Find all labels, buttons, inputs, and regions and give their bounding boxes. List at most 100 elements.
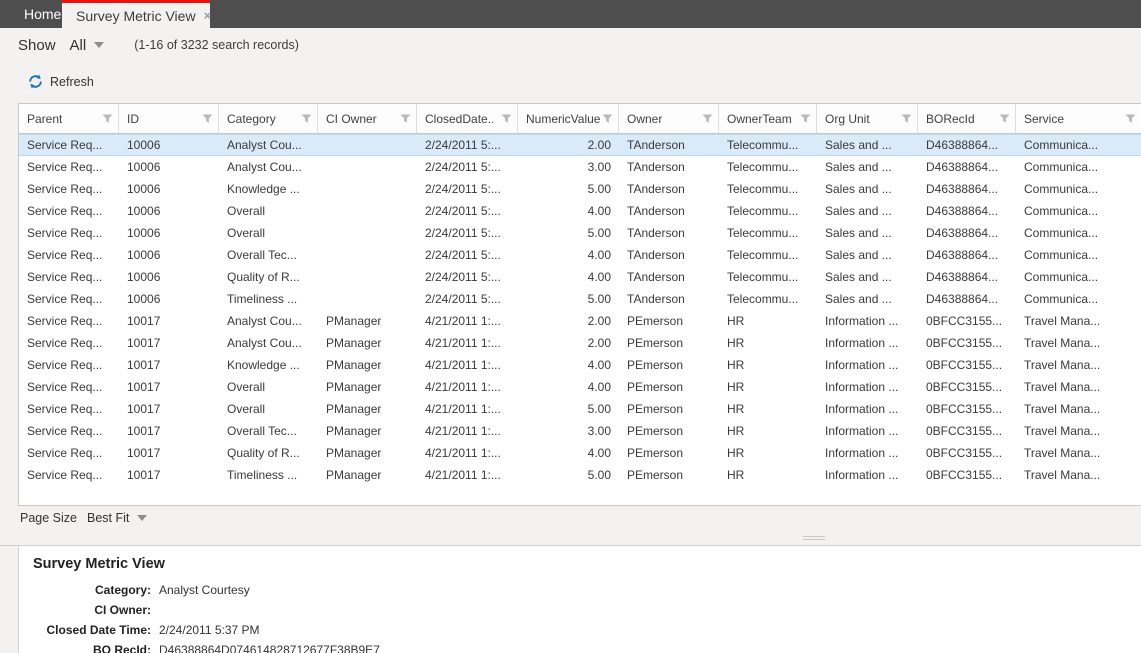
column-header-category[interactable]: Category	[219, 104, 318, 133]
table-row[interactable]: Service Req...10017Timeliness ...PManage…	[19, 464, 1141, 486]
cell-owner-team: Telecommu...	[719, 178, 817, 200]
column-header-label: Owner	[627, 112, 662, 126]
cell-category: Analyst Cou...	[219, 310, 318, 332]
cell-id: 10017	[119, 398, 219, 420]
filter-icon[interactable]	[1125, 113, 1136, 124]
cell-owner-team: HR	[719, 464, 817, 486]
close-icon[interactable]: ×	[204, 8, 212, 23]
cell-closed-date: 2/24/2011 5:...	[417, 266, 518, 288]
cell-parent: Service Req...	[19, 178, 119, 200]
cell-ci-owner: PManager	[318, 332, 417, 354]
cell-category: Analyst Cou...	[219, 156, 318, 178]
table-row[interactable]: Service Req...10006Quality of R...2/24/2…	[19, 266, 1141, 288]
cell-owner: TAnderson	[619, 288, 719, 310]
page-size-bar: Page Size Best Fit	[20, 511, 147, 525]
cell-closed-date: 2/24/2011 5:...	[417, 134, 518, 156]
cell-numeric-value: 5.00	[518, 464, 619, 486]
grid-body: Service Req...10006Analyst Cou...2/24/20…	[19, 134, 1141, 486]
filter-icon[interactable]	[102, 113, 113, 124]
filter-icon[interactable]	[301, 113, 312, 124]
column-header-parent[interactable]: Parent	[19, 104, 119, 133]
cell-org-unit: Information ...	[817, 464, 918, 486]
cell-owner-team: Telecommu...	[719, 200, 817, 222]
filter-icon[interactable]	[901, 113, 912, 124]
table-row[interactable]: Service Req...10006Knowledge ...2/24/201…	[19, 178, 1141, 200]
cell-owner: PEmerson	[619, 310, 719, 332]
cell-id: 10006	[119, 244, 219, 266]
column-header-id[interactable]: ID	[119, 104, 219, 133]
table-row[interactable]: Service Req...10006Analyst Cou...2/24/20…	[19, 156, 1141, 178]
cell-category: Timeliness ...	[219, 288, 318, 310]
filter-icon[interactable]	[999, 113, 1010, 124]
tab-survey-metric-view[interactable]: Survey Metric View ×	[62, 0, 210, 28]
filter-icon[interactable]	[202, 113, 213, 124]
cell-closed-date: 2/24/2011 5:...	[417, 244, 518, 266]
table-row[interactable]: Service Req...10017Overall Tec...PManage…	[19, 420, 1141, 442]
cell-id: 10006	[119, 222, 219, 244]
filter-icon[interactable]	[400, 113, 411, 124]
column-header-owner[interactable]: Owner	[619, 104, 719, 133]
table-row[interactable]: Service Req...10006Overall2/24/2011 5:..…	[19, 222, 1141, 244]
cell-id: 10017	[119, 420, 219, 442]
column-header-label: BORecId	[926, 112, 975, 126]
table-row[interactable]: Service Req...10017OverallPManager4/21/2…	[19, 398, 1141, 420]
cell-parent: Service Req...	[19, 200, 119, 222]
column-header-service[interactable]: Service	[1016, 104, 1141, 133]
table-row[interactable]: Service Req...10006Overall2/24/2011 5:..…	[19, 200, 1141, 222]
cell-org-unit: Information ...	[817, 420, 918, 442]
cell-bo-recid: 0BFCC3155...	[918, 376, 1016, 398]
table-row[interactable]: Service Req...10017OverallPManager4/21/2…	[19, 376, 1141, 398]
chevron-down-icon	[94, 42, 104, 48]
detail-field-row: Category:Analyst Courtesy	[19, 580, 1141, 600]
page-size-dropdown[interactable]: Best Fit	[87, 511, 147, 525]
cell-org-unit: Sales and ...	[817, 200, 918, 222]
table-row[interactable]: Service Req...10006Overall Tec...2/24/20…	[19, 244, 1141, 266]
cell-owner: PEmerson	[619, 398, 719, 420]
cell-owner-team: HR	[719, 420, 817, 442]
column-header-label: Service	[1024, 112, 1064, 126]
show-dropdown[interactable]: All	[70, 37, 105, 54]
filter-icon[interactable]	[501, 113, 512, 124]
field-value: Analyst Courtesy	[159, 583, 250, 597]
cell-closed-date: 4/21/2011 1:...	[417, 420, 518, 442]
table-row[interactable]: Service Req...10017Analyst Cou...PManage…	[19, 310, 1141, 332]
cell-category: Analyst Cou...	[219, 134, 318, 156]
cell-owner: PEmerson	[619, 442, 719, 464]
cell-parent: Service Req...	[19, 310, 119, 332]
table-row[interactable]: Service Req...10006Analyst Cou...2/24/20…	[19, 134, 1141, 156]
table-row[interactable]: Service Req...10017Quality of R...PManag…	[19, 442, 1141, 464]
splitter-handle[interactable]	[803, 536, 825, 542]
show-bar: Show All (1-16 of 3232 search records)	[18, 32, 299, 58]
filter-icon[interactable]	[800, 113, 811, 124]
cell-numeric-value: 3.00	[518, 420, 619, 442]
column-header-bo-recid[interactable]: BORecId	[918, 104, 1016, 133]
table-row[interactable]: Service Req...10017Analyst Cou...PManage…	[19, 332, 1141, 354]
column-header-ci-owner[interactable]: CI Owner	[318, 104, 417, 133]
cell-owner-team: Telecommu...	[719, 244, 817, 266]
cell-closed-date: 2/24/2011 5:...	[417, 222, 518, 244]
filter-icon[interactable]	[702, 113, 713, 124]
cell-bo-recid: D46388864...	[918, 266, 1016, 288]
chevron-down-icon	[137, 515, 147, 521]
cell-owner: PEmerson	[619, 332, 719, 354]
refresh-button[interactable]: Refresh	[28, 74, 94, 89]
filter-icon[interactable]	[602, 113, 613, 124]
cell-category: Overall	[219, 200, 318, 222]
column-header-owner-team[interactable]: OwnerTeam	[719, 104, 817, 133]
cell-bo-recid: D46388864...	[918, 156, 1016, 178]
cell-parent: Service Req...	[19, 288, 119, 310]
column-header-closed-date[interactable]: ClosedDate..	[417, 104, 518, 133]
cell-parent: Service Req...	[19, 266, 119, 288]
cell-bo-recid: 0BFCC3155...	[918, 464, 1016, 486]
cell-ci-owner	[318, 178, 417, 200]
cell-id: 10006	[119, 134, 219, 156]
table-row[interactable]: Service Req...10017Knowledge ...PManager…	[19, 354, 1141, 376]
cell-ci-owner: PManager	[318, 354, 417, 376]
column-header-org-unit[interactable]: Org Unit	[817, 104, 918, 133]
cell-id: 10006	[119, 178, 219, 200]
column-header-numeric-value[interactable]: NumericValue	[518, 104, 619, 133]
cell-id: 10017	[119, 354, 219, 376]
table-row[interactable]: Service Req...10006Timeliness ...2/24/20…	[19, 288, 1141, 310]
cell-category: Timeliness ...	[219, 464, 318, 486]
detail-title: Survey Metric View	[33, 556, 1141, 572]
